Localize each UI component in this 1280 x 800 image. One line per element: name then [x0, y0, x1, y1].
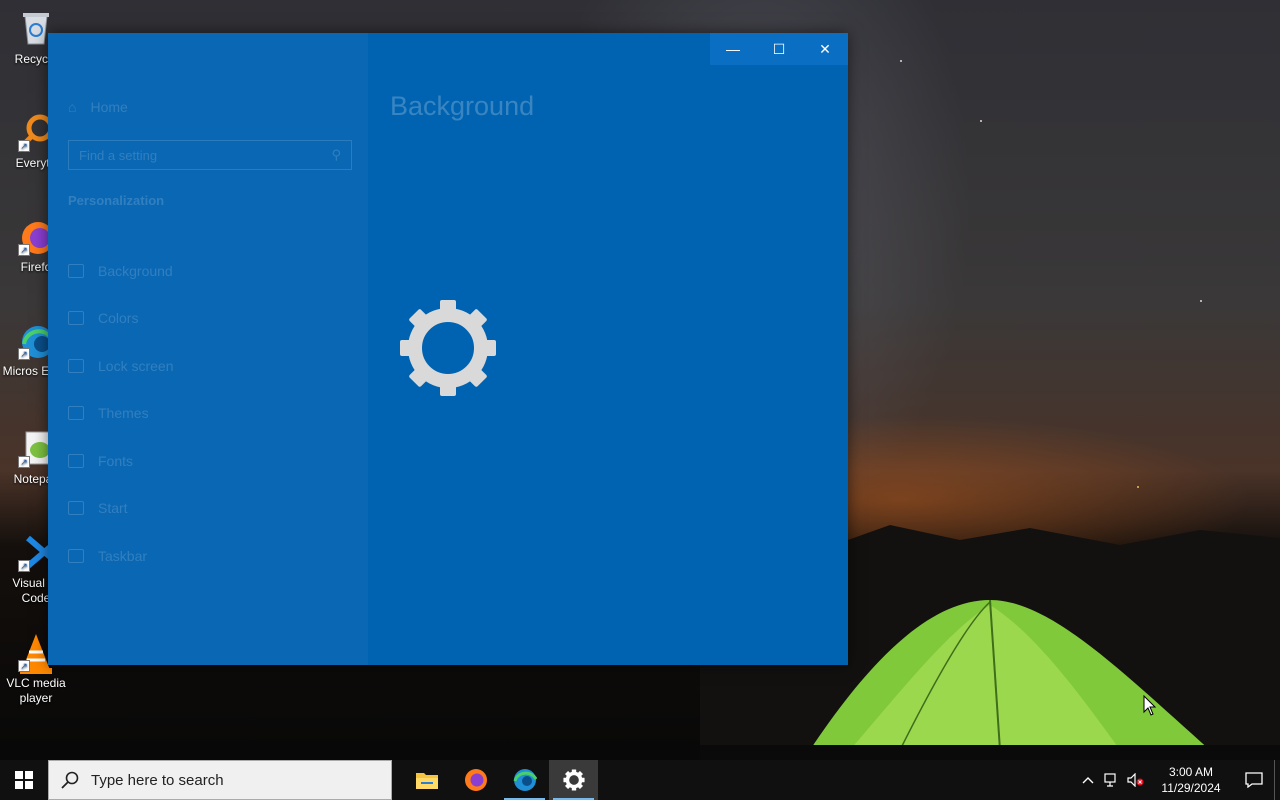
- volume-muted-icon[interactable]: [1124, 760, 1148, 800]
- nav-item-label: Fonts: [98, 452, 134, 469]
- desktop-icon-label: VLC media player: [6, 676, 66, 705]
- nav-list: Background Colors Lock screen Themes Fon…: [68, 247, 173, 580]
- shortcut-arrow-icon: ↗: [18, 560, 30, 572]
- notification-icon: [1245, 772, 1263, 788]
- picture-icon: [68, 263, 84, 278]
- home-icon: ⌂: [68, 99, 77, 115]
- nav-item-colors[interactable]: Colors: [68, 295, 173, 343]
- taskbar-app-file-explorer[interactable]: [402, 760, 451, 800]
- shortcut-arrow-icon: ↗: [18, 244, 30, 256]
- nav-home-label: Home: [90, 99, 128, 115]
- mouse-cursor-icon: [1143, 695, 1157, 716]
- star: [1200, 300, 1202, 302]
- minimize-button[interactable]: —: [710, 33, 756, 65]
- clock-date: 11/29/2024: [1161, 781, 1221, 795]
- taskbar-search-box[interactable]: Type here to search: [48, 760, 392, 800]
- nav-item-label: Start: [98, 500, 128, 517]
- nav-item-background[interactable]: Background: [68, 247, 173, 295]
- nav-item-label: Taskbar: [98, 547, 148, 564]
- palette-icon: [68, 311, 84, 326]
- nav-home[interactable]: ⌂ Home: [68, 99, 128, 115]
- settings-gear-icon: [562, 769, 585, 791]
- search-placeholder: Find a setting: [79, 147, 158, 163]
- fonts-icon: [68, 453, 84, 468]
- search-icon: ⚲: [331, 147, 341, 162]
- clock-time: 3:00 AM: [1168, 765, 1214, 779]
- settings-window[interactable]: ⌂ Home Find a setting ⚲ Personalization …: [48, 33, 848, 665]
- find-setting-search-box[interactable]: Find a setting ⚲: [68, 140, 352, 170]
- shortcut-arrow-icon: ↗: [18, 140, 30, 152]
- themes-icon: [68, 406, 84, 421]
- action-center-button[interactable]: [1234, 760, 1274, 800]
- search-icon: [61, 771, 79, 789]
- taskbar-icon: [68, 548, 84, 563]
- firefox-icon: [464, 769, 487, 791]
- star: [980, 120, 982, 122]
- close-button[interactable]: ✕: [802, 33, 848, 65]
- system-tray: 3:00 AM 11/29/2024: [1076, 760, 1280, 800]
- start-button[interactable]: [0, 760, 48, 800]
- settings-sidebar: ⌂ Home Find a setting ⚲ Personalization …: [48, 33, 368, 665]
- nav-item-themes[interactable]: Themes: [68, 390, 173, 438]
- shortcut-arrow-icon: ↗: [18, 456, 30, 468]
- shortcut-arrow-icon: ↗: [18, 660, 30, 672]
- nav-item-fonts[interactable]: Fonts: [68, 437, 173, 485]
- taskbar-app-firefox[interactable]: [451, 760, 500, 800]
- folder-icon: [415, 773, 438, 789]
- star: [1137, 486, 1139, 488]
- show-hidden-icons-chevron-up-icon[interactable]: [1076, 760, 1100, 800]
- windows-logo-icon: [15, 771, 33, 789]
- nav-item-label: Background: [98, 262, 173, 279]
- section-title: Personalization: [68, 193, 165, 208]
- window-controls: — ☐ ✕: [710, 33, 848, 65]
- nav-item-lock-screen[interactable]: Lock screen: [68, 342, 173, 390]
- page-title: Background: [390, 91, 535, 121]
- edge-icon: [513, 769, 537, 791]
- nav-item-label: Themes: [98, 405, 149, 422]
- nav-item-taskbar[interactable]: Taskbar: [68, 532, 173, 580]
- taskbar-app-edge[interactable]: [500, 760, 549, 800]
- maximize-button[interactable]: ☐: [756, 33, 802, 65]
- taskbar-search-placeholder: Type here to search: [91, 771, 224, 789]
- taskbar-clock[interactable]: 3:00 AM 11/29/2024: [1148, 764, 1234, 796]
- nav-item-label: Colors: [98, 310, 139, 327]
- nav-item-start[interactable]: Start: [68, 485, 173, 533]
- taskbar: Type here to search 3:00 AM 11/29/2024: [0, 760, 1280, 800]
- taskbar-app-settings[interactable]: [549, 760, 598, 800]
- desktop-icon-label: Firefo: [20, 260, 52, 274]
- show-desktop-button[interactable]: [1274, 760, 1280, 800]
- star: [900, 60, 902, 62]
- taskbar-apps: [392, 760, 598, 800]
- start-icon: [68, 501, 84, 516]
- settings-gear-icon: [400, 300, 496, 396]
- network-icon[interactable]: [1100, 760, 1124, 800]
- nav-item-label: Lock screen: [98, 357, 174, 374]
- shortcut-arrow-icon: ↗: [18, 348, 30, 360]
- lock-screen-icon: [68, 358, 84, 373]
